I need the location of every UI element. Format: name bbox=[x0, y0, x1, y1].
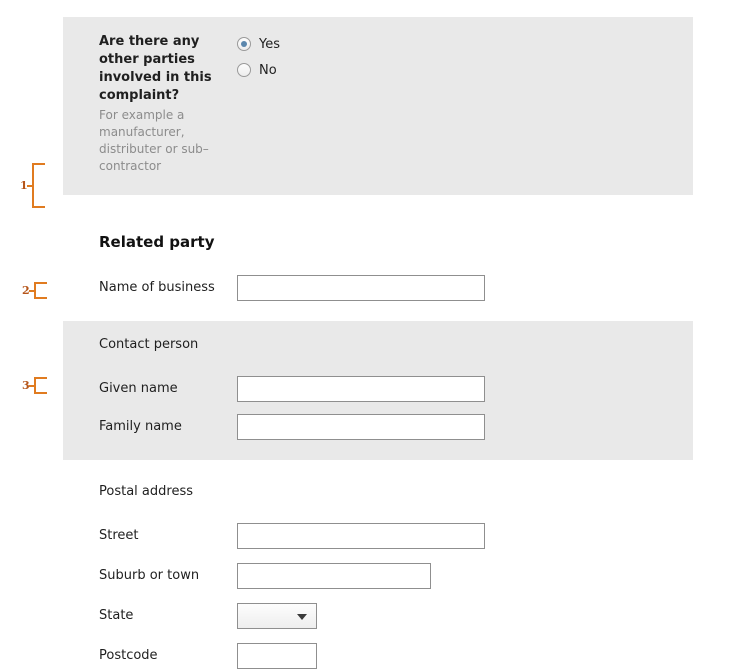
business-name-label: Name of business bbox=[99, 280, 215, 295]
radio-no-icon[interactable] bbox=[237, 63, 251, 77]
annotation-bracket-3: 3 bbox=[22, 377, 47, 394]
street-row: Street bbox=[63, 523, 693, 549]
street-input[interactable] bbox=[237, 523, 485, 549]
family-name-field-wrap bbox=[237, 414, 693, 440]
radio-yes-label: Yes bbox=[259, 36, 280, 52]
chevron-down-icon bbox=[297, 614, 307, 620]
given-name-label: Given name bbox=[99, 381, 178, 396]
postcode-input[interactable] bbox=[237, 643, 317, 669]
postcode-row: Postcode bbox=[63, 643, 693, 669]
given-name-field-wrap bbox=[237, 376, 693, 402]
street-field-wrap bbox=[237, 523, 693, 549]
other-parties-row: Are there any other parties involved in … bbox=[63, 29, 693, 105]
state-label: State bbox=[99, 608, 134, 623]
street-label: Street bbox=[99, 528, 139, 543]
suburb-label: Suburb or town bbox=[99, 568, 200, 583]
business-name-input[interactable] bbox=[237, 275, 485, 301]
radio-yes-icon[interactable] bbox=[237, 37, 251, 51]
suburb-row: Suburb or town bbox=[63, 563, 693, 589]
family-name-label: Family name bbox=[99, 419, 182, 434]
family-name-input[interactable] bbox=[237, 414, 485, 440]
radio-option-yes[interactable]: Yes bbox=[237, 31, 693, 57]
business-name-field-wrap bbox=[237, 275, 693, 301]
annotation-bracket-2: 2 bbox=[22, 282, 47, 299]
postcode-label: Postcode bbox=[99, 648, 158, 663]
related-party-heading: Related party bbox=[99, 233, 215, 251]
given-name-input[interactable] bbox=[237, 376, 485, 402]
contact-person-heading: Contact person bbox=[99, 337, 199, 352]
other-parties-hint: For example a manufacturer, distributer … bbox=[99, 108, 209, 173]
suburb-field-wrap bbox=[237, 563, 693, 589]
postal-address-section: Postal address Street Suburb or town Sta… bbox=[63, 460, 693, 669]
other-parties-question-label: Are there any other parties involved in … bbox=[99, 34, 212, 103]
state-field-wrap bbox=[237, 603, 693, 629]
family-name-row: Family name bbox=[63, 414, 693, 440]
radio-no-label: No bbox=[259, 62, 277, 78]
brace-icon bbox=[33, 377, 47, 394]
state-select[interactable] bbox=[237, 603, 317, 629]
postal-address-heading: Postal address bbox=[99, 484, 193, 499]
brace-icon bbox=[33, 282, 47, 299]
other-parties-radio-group: Yes No bbox=[237, 29, 693, 83]
suburb-input[interactable] bbox=[237, 563, 431, 589]
given-name-row: Given name bbox=[63, 376, 693, 402]
radio-option-no[interactable]: No bbox=[237, 57, 693, 83]
annotation-bracket-1: 1 bbox=[20, 163, 45, 208]
business-name-row: Name of business bbox=[63, 275, 693, 301]
contact-person-panel: Contact person Given name Family name bbox=[63, 321, 693, 460]
postcode-field-wrap bbox=[237, 643, 693, 669]
other-parties-panel: Are there any other parties involved in … bbox=[63, 17, 693, 195]
related-party-section: Related party Name of business bbox=[63, 233, 693, 321]
state-row: State bbox=[63, 603, 693, 629]
brace-icon bbox=[31, 163, 45, 208]
complaint-form: Are there any other parties involved in … bbox=[63, 17, 693, 669]
